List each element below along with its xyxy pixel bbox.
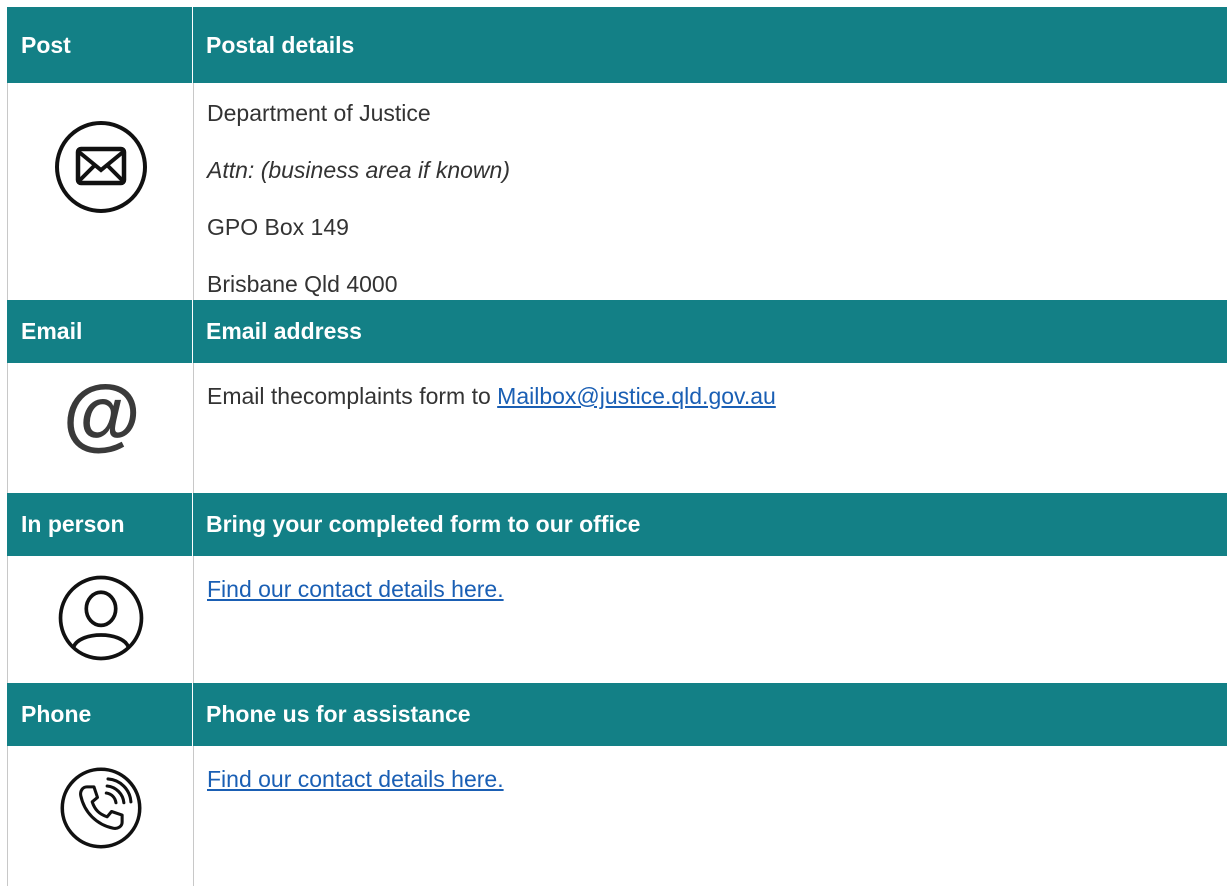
post-body-row: Department of Justice Attn: (business ar…	[7, 83, 1227, 300]
email-header-row: Email Email address	[7, 300, 1227, 363]
phone-contact-link[interactable]: Find our contact details here.	[207, 766, 504, 792]
phone-icon	[8, 746, 194, 886]
phone-header-row: Phone Phone us for assistance	[7, 683, 1227, 746]
email-header-label: Email	[7, 300, 193, 363]
in-person-contact-link[interactable]: Find our contact details here.	[207, 576, 504, 602]
address-line-city: Brisbane Qld 4000	[207, 271, 398, 297]
phone-header-label: Phone	[7, 683, 193, 746]
address-line-attn: Attn: (business area if known)	[207, 157, 510, 183]
email-body: Email thecomplaints form to Mailbox@just…	[194, 363, 1227, 493]
phone-body: Find our contact details here.	[194, 746, 1227, 886]
postal-address: Department of Justice Attn: (business ar…	[194, 83, 1227, 300]
post-header-row: Post Postal details	[7, 7, 1227, 83]
in-person-body: Find our contact details here.	[194, 556, 1227, 683]
post-header-title: Postal details	[206, 31, 355, 58]
post-header-label: Post	[7, 7, 193, 83]
phone-header-title: Phone us for assistance	[206, 701, 471, 727]
at-sign-glyph: @	[61, 370, 140, 459]
at-sign-icon: @	[8, 363, 194, 493]
address-line-gpo: GPO Box 149	[207, 214, 349, 240]
in-person-body-row: Find our contact details here.	[7, 556, 1227, 683]
address-line-department: Department of Justice	[207, 100, 431, 126]
person-icon	[8, 556, 194, 683]
email-header-title: Email address	[206, 318, 362, 344]
in-person-header-title: Bring your completed form to our office	[206, 511, 641, 537]
contact-methods-table: Post Postal details Department of Justic…	[7, 7, 1227, 886]
email-instruction: Email thecomplaints form to	[207, 383, 498, 409]
envelope-icon	[8, 83, 194, 300]
email-body-row: @ Email thecomplaints form to Mailbox@ju…	[7, 363, 1227, 493]
phone-body-row: Find our contact details here.	[7, 746, 1227, 886]
email-link[interactable]: Mailbox@justice.qld.gov.au	[497, 383, 776, 409]
in-person-header-label: In person	[7, 493, 193, 556]
in-person-header-row: In person Bring your completed form to o…	[7, 493, 1227, 556]
